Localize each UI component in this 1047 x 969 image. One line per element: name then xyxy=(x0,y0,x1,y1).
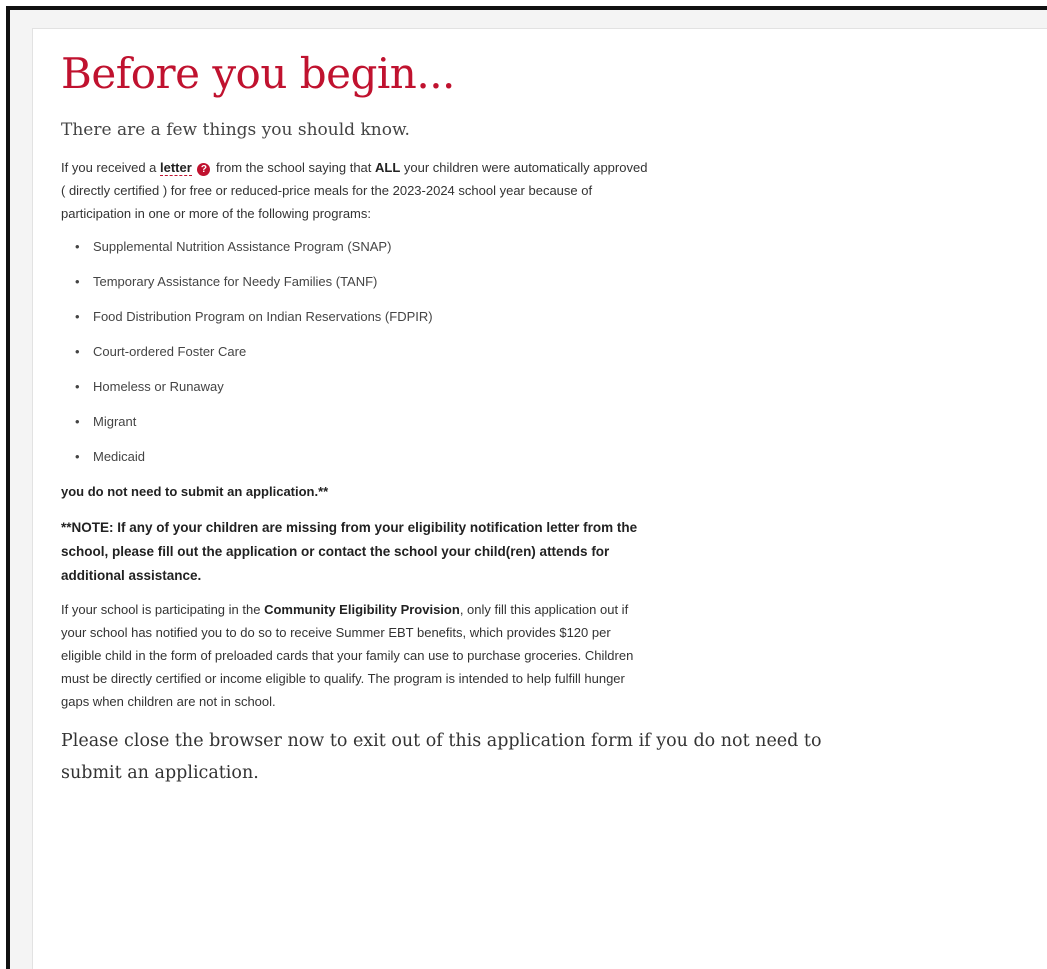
list-item: • Homeless or Runaway xyxy=(75,377,651,396)
bullet-icon: • xyxy=(75,414,80,429)
program-label: Court-ordered Foster Care xyxy=(93,344,247,359)
letter-link[interactable]: letter xyxy=(160,160,192,176)
program-list: • Supplemental Nutrition Assistance Progr… xyxy=(61,237,651,466)
list-item: • Court-ordered Foster Care xyxy=(75,342,651,361)
program-label: Medicaid xyxy=(93,449,146,464)
list-item: • Temporary Assistance for Needy Families… xyxy=(75,272,651,291)
question-circle-icon[interactable]: ? xyxy=(197,163,211,176)
bullet-icon: • xyxy=(75,449,80,464)
intro-all-word: ALL xyxy=(375,160,401,175)
bullet-icon: • xyxy=(75,379,80,394)
program-label: Homeless or Runaway xyxy=(93,379,224,394)
bullet-icon: • xyxy=(75,239,80,254)
note-text: **NOTE: If any of your children are miss… xyxy=(61,520,638,583)
program-label: Migrant xyxy=(93,414,137,429)
cep-text-1: If your school is participating in the xyxy=(61,602,265,617)
list-item: • Supplemental Nutrition Assistance Progr… xyxy=(75,237,651,256)
closing-text: Please close the browser now to exit out… xyxy=(61,731,822,783)
no-application-text: you do not need to submit an application… xyxy=(61,484,329,499)
bullet-icon: • xyxy=(75,309,80,324)
bullet-icon: • xyxy=(75,344,80,359)
window-frame: Before you begin... There are a few thin… xyxy=(6,6,1047,969)
cep-bold-text: Community Eligibility Provision xyxy=(264,602,460,617)
list-item: • Migrant xyxy=(75,412,651,431)
intro-text-1: If you received a xyxy=(61,160,160,175)
list-item: • Food Distribution Program on Indian Res… xyxy=(75,307,651,326)
page-title: Before you begin... xyxy=(61,49,455,98)
program-label: Temporary Assistance for Needy Families … xyxy=(93,274,378,289)
cep-text-2: , only fill this application out if your… xyxy=(61,602,634,709)
content-panel: Before you begin... There are a few thin… xyxy=(32,28,1047,969)
cep-paragraph: If your school is participating in the C… xyxy=(61,598,651,713)
list-item: • Medicaid xyxy=(75,447,651,466)
main-content: Before you begin... There are a few thin… xyxy=(61,49,822,789)
program-label: Supplemental Nutrition Assistance Progra… xyxy=(93,239,392,254)
page-subtitle: There are a few things you should know. xyxy=(61,120,410,140)
intro-paragraph: If you received a letter ? from the scho… xyxy=(61,156,651,225)
program-label: Food Distribution Program on Indian Rese… xyxy=(93,309,433,324)
intro-text-2: from the school saying that xyxy=(212,160,376,175)
bullet-icon: • xyxy=(75,274,80,289)
